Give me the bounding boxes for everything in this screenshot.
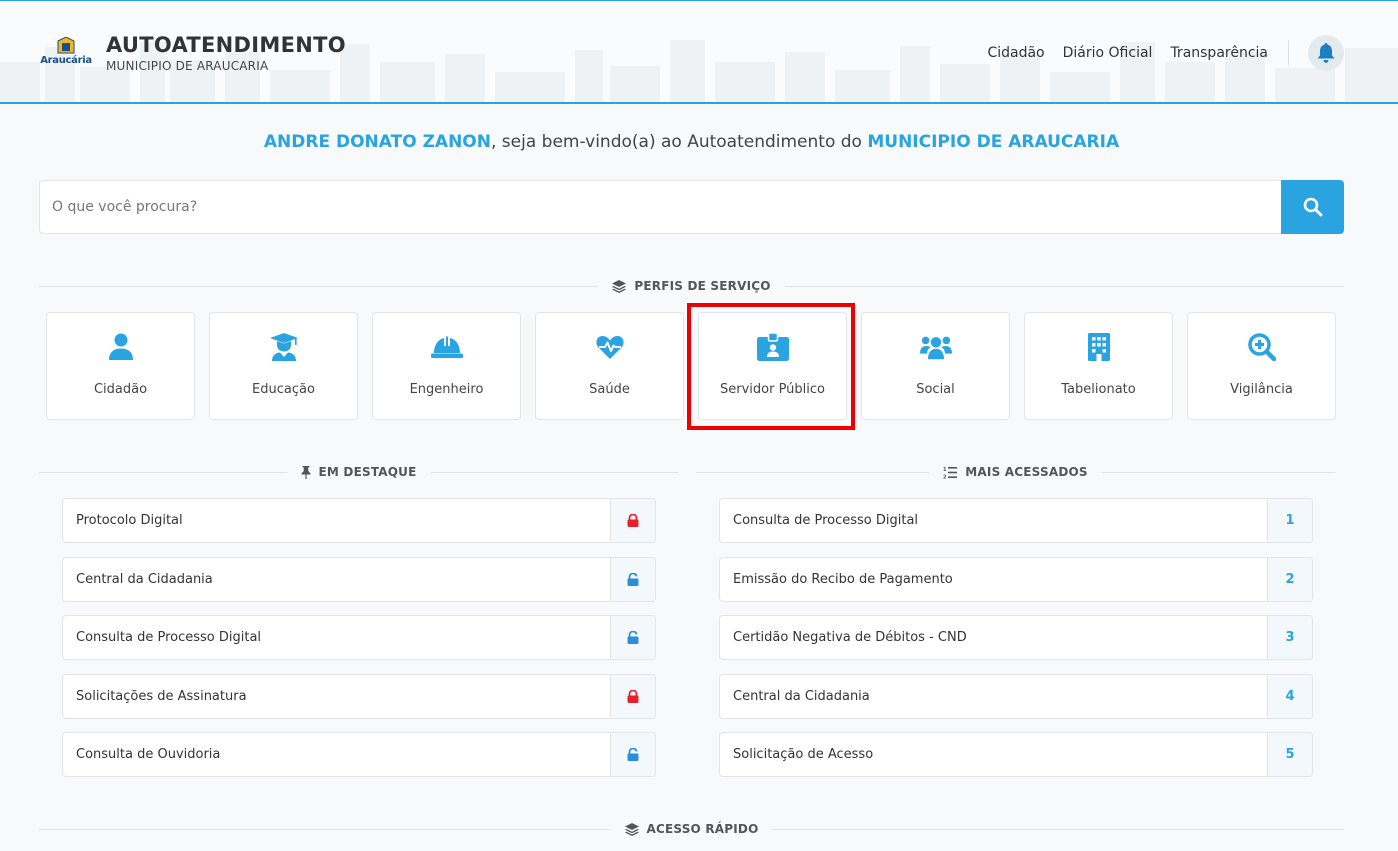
logo-text: Araucária xyxy=(40,55,92,66)
layers-icon xyxy=(612,279,627,293)
quick-access-title-text: ACESSO RÁPIDO xyxy=(646,822,759,836)
hard-hat-icon xyxy=(430,336,463,358)
most-accessed-item-5[interactable]: Solicitação de Acesso 5 xyxy=(719,732,1313,777)
nav-divider xyxy=(1288,41,1289,65)
svg-text:2: 2 xyxy=(943,474,947,479)
user-name: ANDRE DONATO ZANON xyxy=(263,132,491,152)
app-header: Araucária AUTOATENDIMENTO MUNICIPIO DE A… xyxy=(0,0,1398,104)
list-item-label: Central da Cidadania xyxy=(76,571,213,587)
featured-section-title: EM DESTAQUE xyxy=(39,464,679,480)
quick-access-section-title: ACESSO RÁPIDO xyxy=(39,821,1344,837)
profiles-section-title: PERFIS DE SERVIÇO xyxy=(39,278,1345,294)
list-item-label: Certidão Negativa de Débitos - CND xyxy=(733,630,967,645)
list-item-label: Emissão do Recibo de Pagamento xyxy=(733,571,953,587)
profile-card-engenheiro[interactable]: Engenheiro xyxy=(372,312,521,420)
featured-title-text: EM DESTAQUE xyxy=(318,465,417,479)
user-icon xyxy=(108,333,133,360)
profile-label: Engenheiro xyxy=(409,382,484,397)
most-accessed-item-2[interactable]: Emissão do Recibo de Pagamento 2 xyxy=(719,556,1313,602)
profile-card-tabelionato[interactable]: Tabelionato xyxy=(1024,312,1173,420)
profile-label: Saúde xyxy=(589,382,630,397)
org-name: MUNICIPIO DE ARAUCARIA xyxy=(867,132,1120,152)
list-item-label: Solicitações de Assinatura xyxy=(76,688,247,704)
nav-diario-oficial[interactable]: Diário Oficial xyxy=(1063,45,1153,61)
featured-item-protocolo-digital[interactable]: Protocolo Digital xyxy=(62,498,656,543)
profiles-title-text: PERFIS DE SERVIÇO xyxy=(634,279,771,293)
list-item-label: Consulta de Processo Digital xyxy=(76,630,262,645)
most-accessed-list: Consulta de Processo Digital 1 Emissão d… xyxy=(719,498,1313,791)
featured-item-solicitacoes-assinatura[interactable]: Solicitações de Assinatura xyxy=(62,673,656,719)
profile-card-saude[interactable]: Saúde xyxy=(535,312,684,420)
bell-icon xyxy=(1317,43,1335,63)
search-icon xyxy=(1303,197,1322,217)
welcome-message: ANDRE DONATO ZANON, seja bem-vindo(a) ao… xyxy=(0,132,1383,152)
lock-closed-icon xyxy=(627,689,639,703)
lock-open-icon xyxy=(627,631,639,644)
list-item-label: Consulta de Ouvidoria xyxy=(76,747,221,762)
profile-card-cidadao[interactable]: Cidadão xyxy=(46,312,195,420)
lock-open-icon xyxy=(627,748,639,761)
search-input[interactable] xyxy=(39,180,1281,234)
featured-item-consulta-processo-digital[interactable]: Consulta de Processo Digital xyxy=(62,615,656,660)
nav-cidadao[interactable]: Cidadão xyxy=(987,45,1044,61)
thumbtack-icon xyxy=(301,465,310,479)
notifications-button[interactable] xyxy=(1308,35,1344,71)
users-icon xyxy=(919,336,952,360)
top-nav: Cidadão Diário Oficial Transparência xyxy=(987,45,1268,61)
lock-open-icon xyxy=(627,572,639,586)
profile-card-educacao[interactable]: Educação xyxy=(209,312,358,420)
building-icon xyxy=(1087,333,1110,361)
profile-card-vigilancia[interactable]: Vigilância xyxy=(1187,312,1336,420)
svg-text:1: 1 xyxy=(943,467,947,473)
profile-cards: Cidadão Educação Engenheiro Saúde Servid… xyxy=(46,312,1336,420)
featured-item-central-da-cidadania[interactable]: Central da Cidadania xyxy=(62,556,656,602)
app-subtitle: MUNICIPIO DE ARAUCARIA xyxy=(106,59,269,73)
graduate-icon xyxy=(269,333,298,361)
welcome-text: , seja bem-vindo(a) ao Autoatendimento d… xyxy=(490,132,868,152)
profile-label: Tabelionato xyxy=(1061,382,1136,397)
rank-badge: 2 xyxy=(1267,557,1312,601)
search-plus-icon xyxy=(1247,333,1276,361)
rank-badge: 3 xyxy=(1267,616,1312,659)
profile-card-social[interactable]: Social xyxy=(861,312,1010,420)
lock-closed-icon xyxy=(627,514,639,527)
search-button[interactable] xyxy=(1281,180,1344,234)
heartbeat-icon xyxy=(595,336,624,359)
profile-card-servidor-publico[interactable]: Servidor Público xyxy=(698,312,847,420)
app-title: AUTOATENDIMENTO xyxy=(106,33,346,57)
most-accessed-item-3[interactable]: Certidão Negativa de Débitos - CND 3 xyxy=(719,615,1313,660)
profile-label: Cidadão xyxy=(93,382,148,397)
layers-icon xyxy=(624,822,639,836)
search-bar xyxy=(39,180,1344,234)
featured-item-consulta-ouvidoria[interactable]: Consulta de Ouvidoria xyxy=(62,732,656,777)
list-item-label: Central da Cidadania xyxy=(733,688,870,704)
rank-badge: 1 xyxy=(1267,499,1312,542)
list-item-label: Protocolo Digital xyxy=(76,513,183,528)
ordered-list-icon: 12 xyxy=(943,466,958,479)
profile-label: Educação xyxy=(252,382,315,397)
most-accessed-section-title: 12 MAIS ACESSADOS xyxy=(696,464,1336,480)
list-item-label: Solicitação de Acesso xyxy=(733,747,874,762)
profile-label: Vigilância xyxy=(1230,382,1293,397)
profile-label: Social xyxy=(916,382,955,397)
rank-badge: 4 xyxy=(1267,674,1312,718)
nav-transparencia[interactable]: Transparência xyxy=(1170,45,1268,61)
most-accessed-item-4[interactable]: Central da Cidadania 4 xyxy=(719,673,1313,719)
rank-badge: 5 xyxy=(1267,733,1312,776)
featured-list: Protocolo Digital Central da Cidadania C… xyxy=(62,498,656,791)
most-accessed-title-text: MAIS ACESSADOS xyxy=(965,465,1088,479)
list-item-label: Consulta de Processo Digital xyxy=(733,513,919,528)
id-badge-icon xyxy=(756,333,789,361)
most-accessed-item-1[interactable]: Consulta de Processo Digital 1 xyxy=(719,498,1313,543)
profile-label: Servidor Público xyxy=(719,382,825,397)
